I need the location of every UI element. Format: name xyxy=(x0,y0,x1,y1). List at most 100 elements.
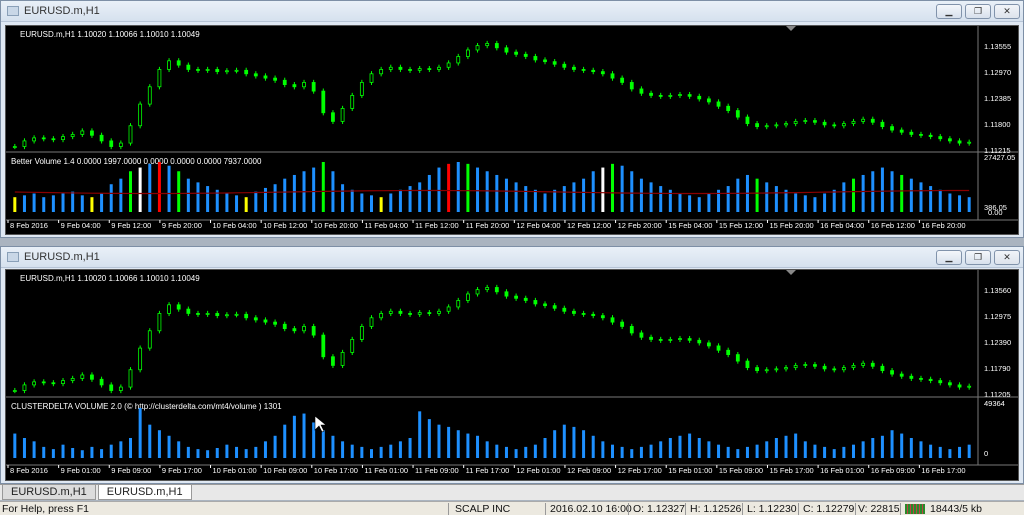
candle-body xyxy=(668,95,673,97)
volume-bar xyxy=(852,178,855,212)
status-close: C: 1.12279 xyxy=(803,503,855,515)
candle-body xyxy=(90,374,94,380)
volume-bar xyxy=(765,441,769,458)
candle-body xyxy=(716,345,721,351)
chart-2-area[interactable]: EURUSD.m,H1 1.10020 1.10066 1.10010 1.10… xyxy=(5,269,1019,481)
volume-bar xyxy=(639,446,643,458)
volume-bar xyxy=(900,174,904,212)
volume-bar xyxy=(61,444,65,458)
candle-body xyxy=(678,338,682,340)
chart-1-area[interactable]: EURUSD.m,H1 1.10020 1.10066 1.10010 1.10… xyxy=(5,25,1019,235)
chart-window-1[interactable]: EURUSD.m,H1 ▁ ❐ ✕ EURUSD.m,H1 1.10020 1.… xyxy=(0,0,1024,238)
candle-body xyxy=(350,95,355,109)
candle-body xyxy=(735,354,740,362)
candle-body xyxy=(899,129,904,133)
volume-bar xyxy=(967,197,971,212)
volume-bar xyxy=(398,441,402,458)
candle-body xyxy=(388,310,393,314)
volume-bar xyxy=(466,433,470,458)
volume-bar xyxy=(485,171,489,212)
chart-1-canvas[interactable]: EURUSD.m,H1 1.10020 1.10066 1.10010 1.10… xyxy=(6,26,1019,235)
candle-body xyxy=(263,319,268,323)
candle-body xyxy=(909,375,914,379)
volume-bar xyxy=(755,178,759,212)
close-button[interactable]: ✕ xyxy=(994,249,1020,265)
candle-body xyxy=(51,382,56,385)
candle-body xyxy=(813,120,817,123)
candle-body xyxy=(244,313,249,319)
candle-body xyxy=(157,69,162,88)
chart-window-icon xyxy=(7,252,19,262)
status-bar: For Help, press F1 SCALP INC 2016.02.10 … xyxy=(0,501,1024,515)
tab-chart-2[interactable]: EURUSD.m,H1 xyxy=(97,485,192,500)
candle-body xyxy=(41,381,46,384)
candle-body xyxy=(22,140,27,147)
candle-body xyxy=(861,362,866,366)
candle-body xyxy=(12,146,17,148)
volume-bar xyxy=(437,424,441,458)
candle-body xyxy=(379,313,384,319)
chart-1-price-header: EURUSD.m,H1 1.10020 1.10066 1.10010 1.10… xyxy=(20,30,200,39)
volume-bar xyxy=(418,182,422,212)
candle-body xyxy=(186,64,191,70)
volume-bar xyxy=(601,441,605,458)
volume-bar xyxy=(71,191,75,212)
candle-body xyxy=(340,108,345,122)
candle-body xyxy=(890,126,894,131)
volume-bar xyxy=(813,444,817,458)
volume-bar xyxy=(533,189,537,212)
tab-chart-1[interactable]: EURUSD.m,H1 xyxy=(2,485,96,500)
minimize-button[interactable]: ▁ xyxy=(936,3,962,19)
time-tick-label: 12 Feb 04:00 xyxy=(516,221,560,230)
candle-body xyxy=(803,120,808,122)
candle-body xyxy=(774,368,779,371)
candle-body xyxy=(138,103,143,127)
candle-body xyxy=(755,123,759,128)
candle-body xyxy=(427,68,432,70)
candle-body xyxy=(600,71,605,75)
candle-body xyxy=(909,131,914,135)
candle-body xyxy=(668,339,673,341)
chart-window-icon xyxy=(7,6,19,16)
volume-bar xyxy=(427,419,431,458)
candle-body xyxy=(340,352,345,366)
candle-body xyxy=(417,68,422,71)
volume-bar xyxy=(321,430,325,458)
volume-bar xyxy=(244,197,248,212)
volume-bar xyxy=(292,415,296,458)
window-1-titlebar[interactable]: EURUSD.m,H1 ▁ ❐ ✕ xyxy=(1,1,1023,22)
candle-body xyxy=(610,317,615,323)
chart-2-canvas[interactable]: EURUSD.m,H1 1.10020 1.10066 1.10010 1.10… xyxy=(6,270,1019,481)
volume-bar xyxy=(456,162,460,212)
volume-bar xyxy=(572,426,576,458)
volume-bar xyxy=(196,182,200,212)
candle-body xyxy=(938,380,943,384)
volume-bar xyxy=(456,430,460,458)
candle-body xyxy=(784,123,788,126)
chart-window-2[interactable]: EURUSD.m,H1 ▁ ❐ ✕ EURUSD.m,H1 1.10020 1.… xyxy=(0,246,1024,484)
close-button[interactable]: ✕ xyxy=(994,3,1020,19)
volume-bar xyxy=(360,193,364,212)
candle-body xyxy=(870,362,875,367)
volume-bar xyxy=(880,167,884,212)
candle-body xyxy=(552,61,557,65)
candle-body xyxy=(205,313,210,315)
volume-bar xyxy=(842,182,846,212)
volume-bar xyxy=(562,186,566,212)
volume-bar xyxy=(148,424,152,458)
restore-button[interactable]: ❐ xyxy=(965,3,991,19)
volume-bar xyxy=(929,186,933,212)
restore-button[interactable]: ❐ xyxy=(965,249,991,265)
volume-bar xyxy=(447,163,451,212)
volume-bar xyxy=(100,449,104,458)
window-2-titlebar[interactable]: EURUSD.m,H1 ▁ ❐ ✕ xyxy=(1,247,1023,268)
minimize-button[interactable]: ▁ xyxy=(936,249,962,265)
volume-bar xyxy=(196,449,200,458)
candle-body xyxy=(581,313,586,315)
candle-body xyxy=(957,140,962,144)
candle-body xyxy=(494,43,499,49)
volume-bar xyxy=(389,193,393,212)
candle-body xyxy=(687,94,692,97)
candle-body xyxy=(196,69,200,71)
candle-body xyxy=(764,125,769,128)
